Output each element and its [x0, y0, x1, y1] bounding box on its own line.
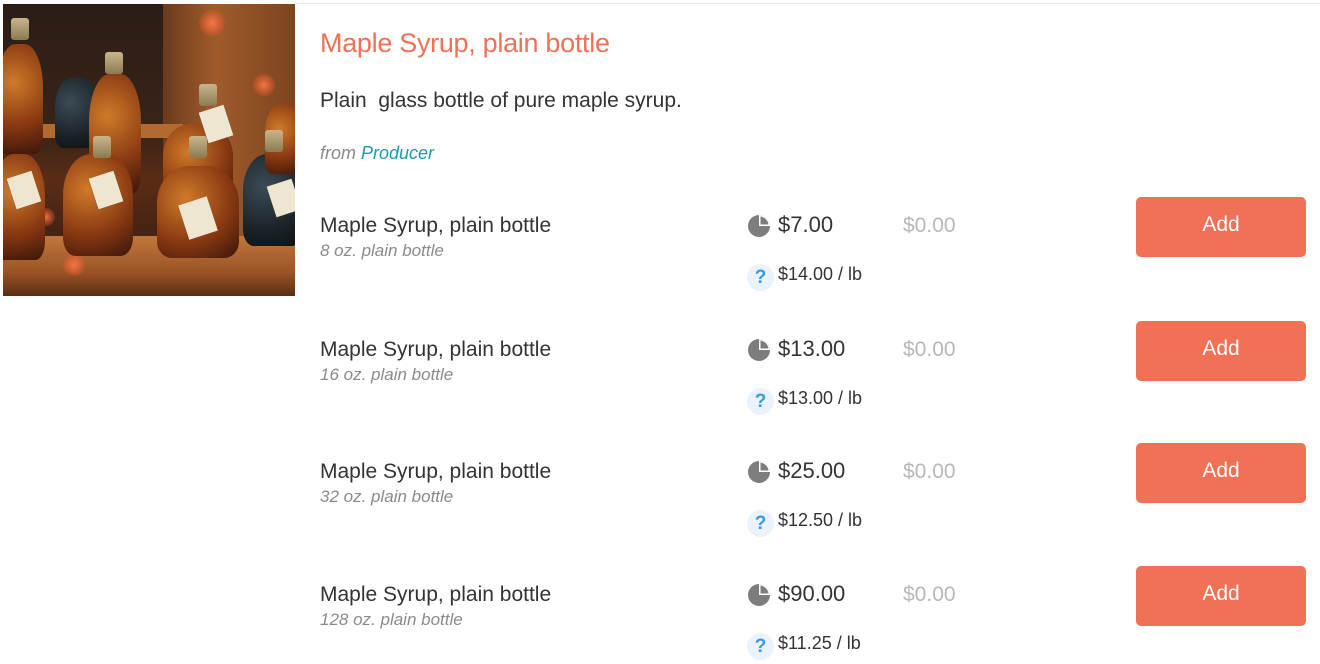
variant-unit-price: $13.00 / lb [778, 388, 863, 408]
pie-chart-icon [748, 215, 770, 237]
variant-size: 8 oz. plain bottle [320, 241, 444, 260]
variant-size: 16 oz. plain bottle [320, 365, 454, 384]
variant-subtotal: $0.00 [903, 338, 956, 361]
variant-size: 128 oz. plain bottle [320, 610, 463, 629]
variant-row: Maple Syrup, plain bottle 128 oz. plain … [0, 566, 1320, 664]
add-button[interactable]: Add [1136, 443, 1306, 503]
variant-price: $25.00 [778, 458, 846, 483]
question-icon[interactable]: ? [747, 388, 774, 415]
product-description: Plain glass bottle of pure maple syrup. [320, 89, 682, 112]
variant-subtotal: $0.00 [903, 460, 956, 483]
variant-size: 32 oz. plain bottle [320, 487, 454, 506]
variant-name: Maple Syrup, plain bottle [320, 583, 552, 606]
variant-subtotal: $0.00 [903, 583, 956, 606]
variant-unit-price: $14.00 / lb [778, 264, 863, 284]
variant-unit-price: $12.50 / lb [778, 510, 863, 530]
producer-line: from Producer [320, 143, 434, 164]
question-icon[interactable]: ? [747, 510, 774, 537]
variant-row: Maple Syrup, plain bottle 32 oz. plain b… [0, 443, 1320, 543]
question-icon[interactable]: ? [747, 264, 774, 291]
pie-chart-icon [748, 339, 770, 361]
variant-price: $7.00 [778, 212, 834, 237]
pie-chart-icon [748, 584, 770, 606]
add-button[interactable]: Add [1136, 566, 1306, 626]
add-button[interactable]: Add [1136, 197, 1306, 257]
variant-row: Maple Syrup, plain bottle 16 oz. plain b… [0, 321, 1320, 421]
variant-name: Maple Syrup, plain bottle [320, 214, 552, 237]
variant-price: $13.00 [778, 336, 846, 361]
variant-name: Maple Syrup, plain bottle [320, 338, 552, 361]
product-title: Maple Syrup, plain bottle [320, 28, 610, 58]
add-button[interactable]: Add [1136, 321, 1306, 381]
from-label: from [320, 143, 356, 163]
producer-link[interactable]: Producer [361, 143, 434, 163]
product-page: Maple Syrup, plain bottle Plain glass bo… [0, 0, 1320, 664]
question-icon[interactable]: ? [747, 633, 774, 660]
variant-subtotal: $0.00 [903, 214, 956, 237]
variant-price: $90.00 [778, 581, 846, 606]
variant-unit-price: $11.25 / lb [778, 633, 861, 653]
variant-row: Maple Syrup, plain bottle 8 oz. plain bo… [0, 197, 1320, 297]
variant-name: Maple Syrup, plain bottle [320, 460, 552, 483]
divider [296, 3, 1320, 4]
pie-chart-icon [748, 461, 770, 483]
